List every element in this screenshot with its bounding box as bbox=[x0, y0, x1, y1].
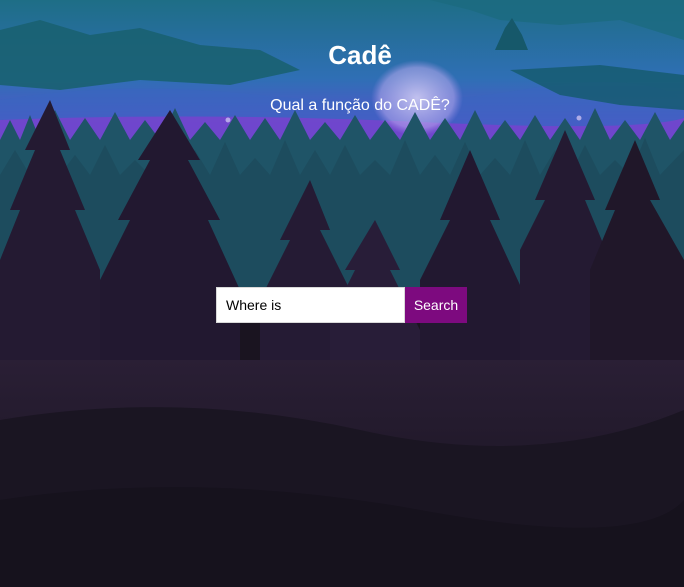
search-form: Search bbox=[216, 287, 467, 323]
page: Cadê Qual a função do CADÊ? Search bbox=[0, 0, 684, 587]
page-title: Cadê bbox=[328, 40, 392, 70]
page-subtitle: Qual a função do CADÊ? bbox=[270, 97, 450, 114]
search-button[interactable]: Search bbox=[405, 287, 467, 323]
search-input[interactable] bbox=[216, 287, 405, 323]
